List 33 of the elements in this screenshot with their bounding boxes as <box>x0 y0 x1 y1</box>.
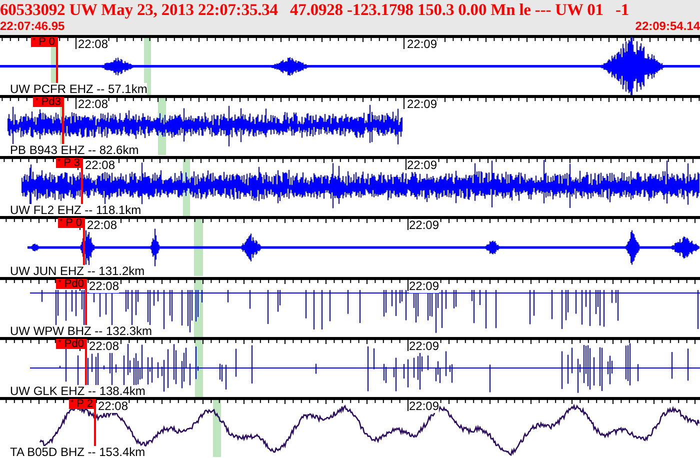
time-label: 22:09 <box>407 38 438 51</box>
time-label: 22:09 <box>409 340 440 353</box>
time-label: 22:09 <box>409 280 440 293</box>
pick-label[interactable]: $^{*}$ P 2 <box>68 399 95 410</box>
station-label: UW JUN EHZ -- 131.2km <box>10 264 145 277</box>
pick-label[interactable]: $^{*}$ Pd0 <box>56 278 86 289</box>
time-label: 22:08 <box>85 158 116 172</box>
pick-label[interactable]: $^{*}$ P 0 <box>58 218 84 228</box>
pick-label[interactable]: $^{*}$ Pd0 <box>56 338 86 349</box>
event-title: 60533092 UW May 23, 2013 22:07:35.34 47.0928 -123.1798 150.3 0.00 Mn le --- UW 01 -1 <box>0 0 630 20</box>
station-label: UW GLK EHZ -- 138.4km <box>10 385 146 398</box>
time-label: 22:08 <box>89 340 120 353</box>
start-time: 22:07:46.95 <box>0 20 65 33</box>
pick-label[interactable]: $^{*}$ P 0 <box>30 37 57 47</box>
time-label: 22:08 <box>89 280 120 293</box>
end-time: 22:09:54.14 <box>635 20 700 33</box>
pick-label[interactable]: $^{*}$ P 3 <box>56 158 82 168</box>
time-label: 22:09 <box>407 158 438 172</box>
time-label: 22:09 <box>409 219 440 232</box>
time-label: 22:08 <box>78 98 108 112</box>
pick-label[interactable]: $^{*}$ Pd3 <box>33 97 63 108</box>
station-label: UW PCFR EHZ -- 57.1km <box>10 83 148 96</box>
time-label: 22:09 <box>409 400 440 414</box>
time-label: 22:09 <box>407 98 438 112</box>
station-label: TA B05D BHZ -- 153.4km <box>10 446 146 458</box>
station-label: PB B943 EHZ -- 82.6km <box>10 144 139 156</box>
time-label: 22:08 <box>87 219 118 232</box>
time-label: 22:08 <box>78 38 108 51</box>
window-band <box>194 218 203 276</box>
station-label: UW WPW BHZ -- 132.3km <box>10 324 152 337</box>
window-band <box>213 399 221 458</box>
time-label: 22:08 <box>98 400 128 414</box>
station-label: UW FL2 EHZ -- 118.1km <box>10 204 142 216</box>
